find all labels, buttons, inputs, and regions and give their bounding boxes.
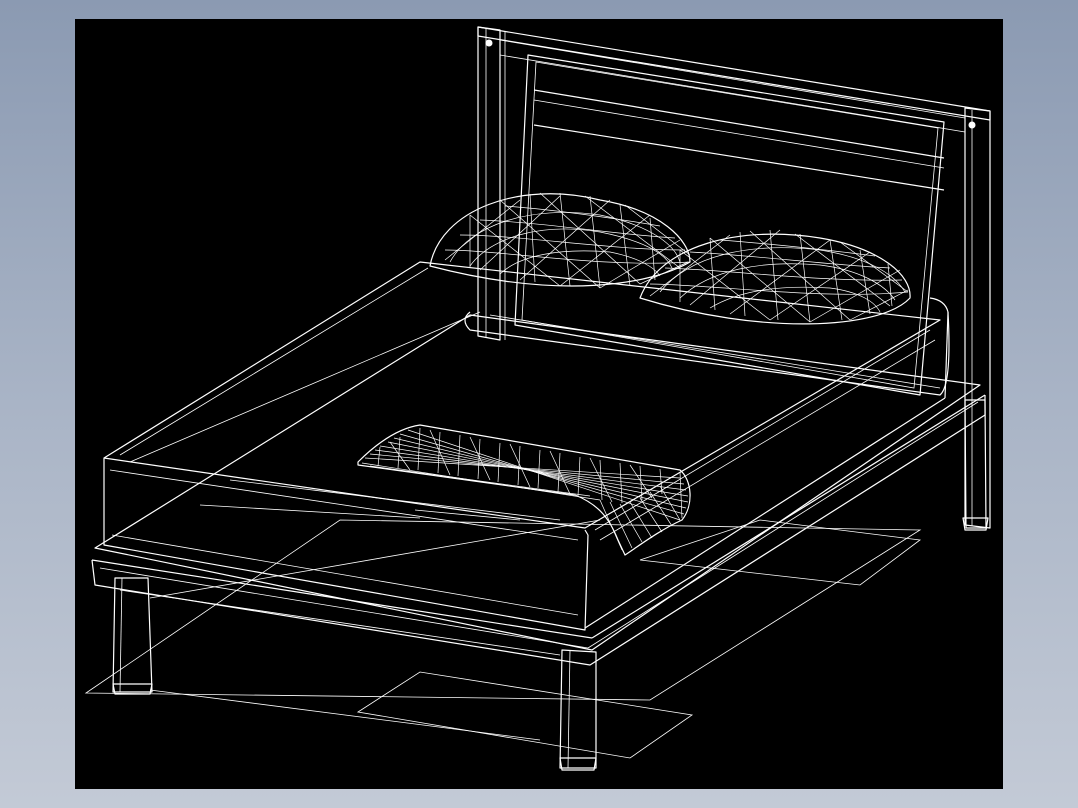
bed-wireframe-drawing [84, 26, 991, 771]
floor-outline [84, 519, 922, 759]
folded-blanket [357, 424, 691, 556]
pillow-right [639, 229, 911, 325]
pillow-left [429, 192, 691, 289]
bed-leg-front-left [112, 577, 153, 695]
bed-leg-back-right [962, 399, 989, 531]
application-backdrop [0, 0, 1078, 808]
bolt-icon [968, 121, 976, 129]
cad-viewport[interactable] [75, 19, 1003, 789]
bolt-icon [485, 39, 493, 47]
mattress [103, 261, 950, 631]
bed-leg-front-right [559, 649, 597, 771]
